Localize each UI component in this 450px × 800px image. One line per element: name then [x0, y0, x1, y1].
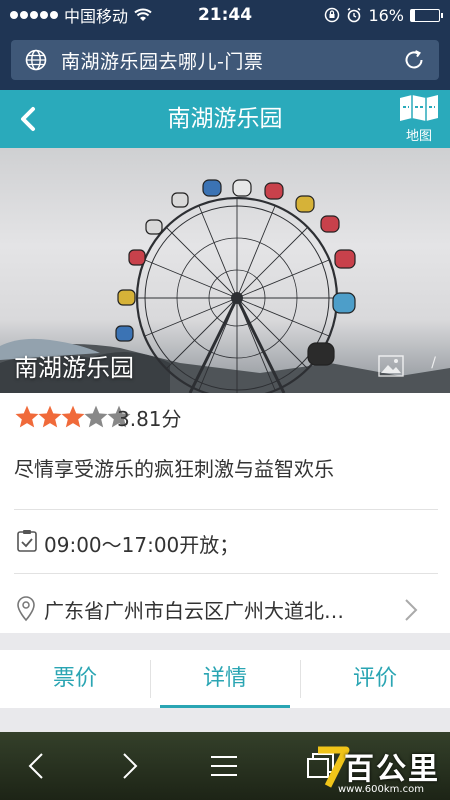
battery-icon: [410, 8, 443, 22]
tab-reviews[interactable]: 评价: [300, 650, 450, 708]
rating-row: 3.81分: [14, 401, 196, 433]
globe-icon: [25, 49, 47, 71]
map-button[interactable]: 地图: [396, 94, 442, 144]
watermark-url: www.600km.com: [338, 784, 424, 795]
rating-score: 3.81分: [117, 406, 182, 431]
info-card: 3.81分 尽情享受游乐的疯狂刺激与益智欢乐 09:00～17:00开放； 广东…: [0, 393, 450, 633]
photo-count: /: [431, 355, 436, 371]
location-pin-icon: [17, 596, 35, 622]
url-text: 南湖游乐园去哪儿-门票: [61, 50, 264, 73]
photo-gallery-icon: [378, 355, 404, 377]
menu-icon[interactable]: [208, 750, 240, 782]
rating-stars: [14, 404, 131, 430]
browser-forward-icon[interactable]: [112, 750, 144, 782]
hero-image[interactable]: 南湖游乐园 /: [0, 148, 450, 393]
divider: [14, 509, 438, 510]
clipboard-check-icon: [17, 530, 37, 552]
battery-percent: 16%: [368, 5, 404, 25]
status-bar: 中国移动 21:44 16%: [0, 0, 450, 30]
map-label: 地图: [405, 129, 432, 144]
reload-icon[interactable]: [401, 47, 427, 73]
battery-level: [411, 9, 416, 21]
tab-bar: 票价 详情 评价: [0, 650, 450, 708]
rotation-lock-icon: [325, 7, 340, 23]
chevron-right-icon[interactable]: [404, 598, 418, 622]
watermark: 百公里 www.600km.com: [314, 740, 444, 800]
map-icon: [400, 95, 438, 121]
opening-hours: 09:00～17:00开放；: [44, 533, 240, 557]
divider: [14, 573, 438, 574]
app-header: 南湖游乐园 地图: [0, 90, 450, 148]
tab-details[interactable]: 详情: [150, 650, 300, 708]
alarm-icon: [347, 7, 361, 23]
url-bar[interactable]: 南湖游乐园去哪儿-门票: [11, 40, 439, 80]
slogan-text: 尽情享受游乐的疯狂刺激与益智欢乐: [14, 457, 334, 481]
status-right: 16%: [324, 5, 443, 25]
hero-title: 南湖游乐园: [14, 354, 134, 382]
tab-price[interactable]: 票价: [0, 650, 150, 708]
browser-back-icon[interactable]: [22, 750, 54, 782]
address-link[interactable]: 广东省广州市白云区广州大道北…: [44, 595, 404, 624]
watermark-text: 百公里: [344, 752, 440, 787]
browser-url-area: 南湖游乐园去哪儿-门票: [0, 30, 450, 90]
page-title: 南湖游乐园: [167, 106, 283, 132]
